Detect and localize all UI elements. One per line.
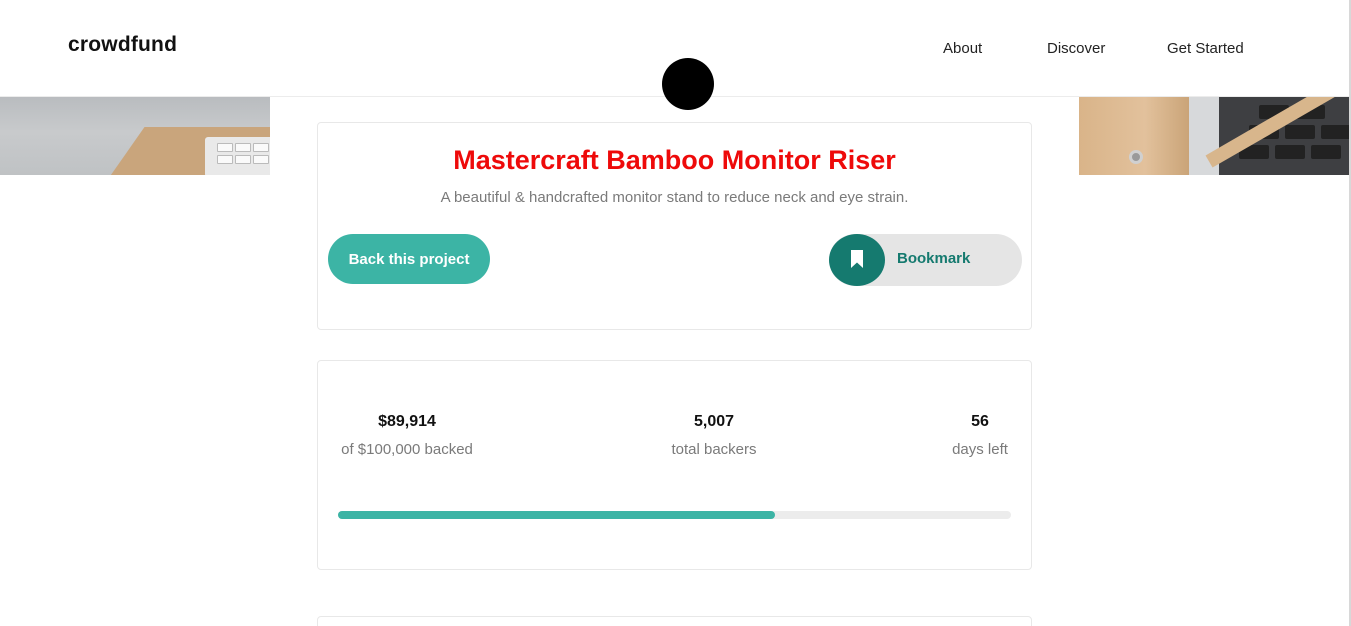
nav-discover-link[interactable]: Discover: [1047, 40, 1105, 57]
funding-progress-bar: [338, 511, 1011, 519]
stat-backed: $89,914 of $100,000 backed: [338, 413, 476, 458]
funding-progress-fill: [338, 511, 776, 519]
back-project-button[interactable]: Back this project: [328, 234, 490, 284]
stat-backers: 5,007 total backers: [664, 413, 764, 458]
nav-get-started-link[interactable]: Get Started: [1167, 40, 1244, 57]
bookmark-button[interactable]: Bookmark: [829, 234, 1022, 286]
project-title: Mastercraft Bamboo Monitor Riser: [453, 145, 896, 175]
logo[interactable]: crowdfund: [68, 33, 177, 57]
backers-count: 5,007: [693, 413, 735, 430]
about-card: [317, 616, 1032, 626]
hero-image-right: [1079, 97, 1349, 175]
backed-amount: $89,914: [378, 413, 436, 430]
bookmark-icon: [829, 234, 885, 286]
backed-label: of $100,000 backed: [341, 441, 473, 458]
stats-card: $89,914 of $100,000 backed 5,007 total b…: [317, 360, 1032, 570]
project-description: A beautiful & handcrafted monitor stand …: [440, 189, 909, 206]
days-left-label: days left: [952, 441, 1008, 458]
nav-about-link[interactable]: About: [943, 40, 982, 57]
bookmark-label: Bookmark: [897, 250, 971, 267]
hero-image-left: [0, 97, 270, 175]
stat-days-left: 56 days left: [948, 413, 1012, 458]
backers-label: total backers: [671, 441, 757, 458]
project-logo: [662, 58, 714, 110]
project-intro-card: Mastercraft Bamboo Monitor Riser A beaut…: [317, 122, 1032, 330]
days-left-count: 56: [971, 413, 989, 430]
